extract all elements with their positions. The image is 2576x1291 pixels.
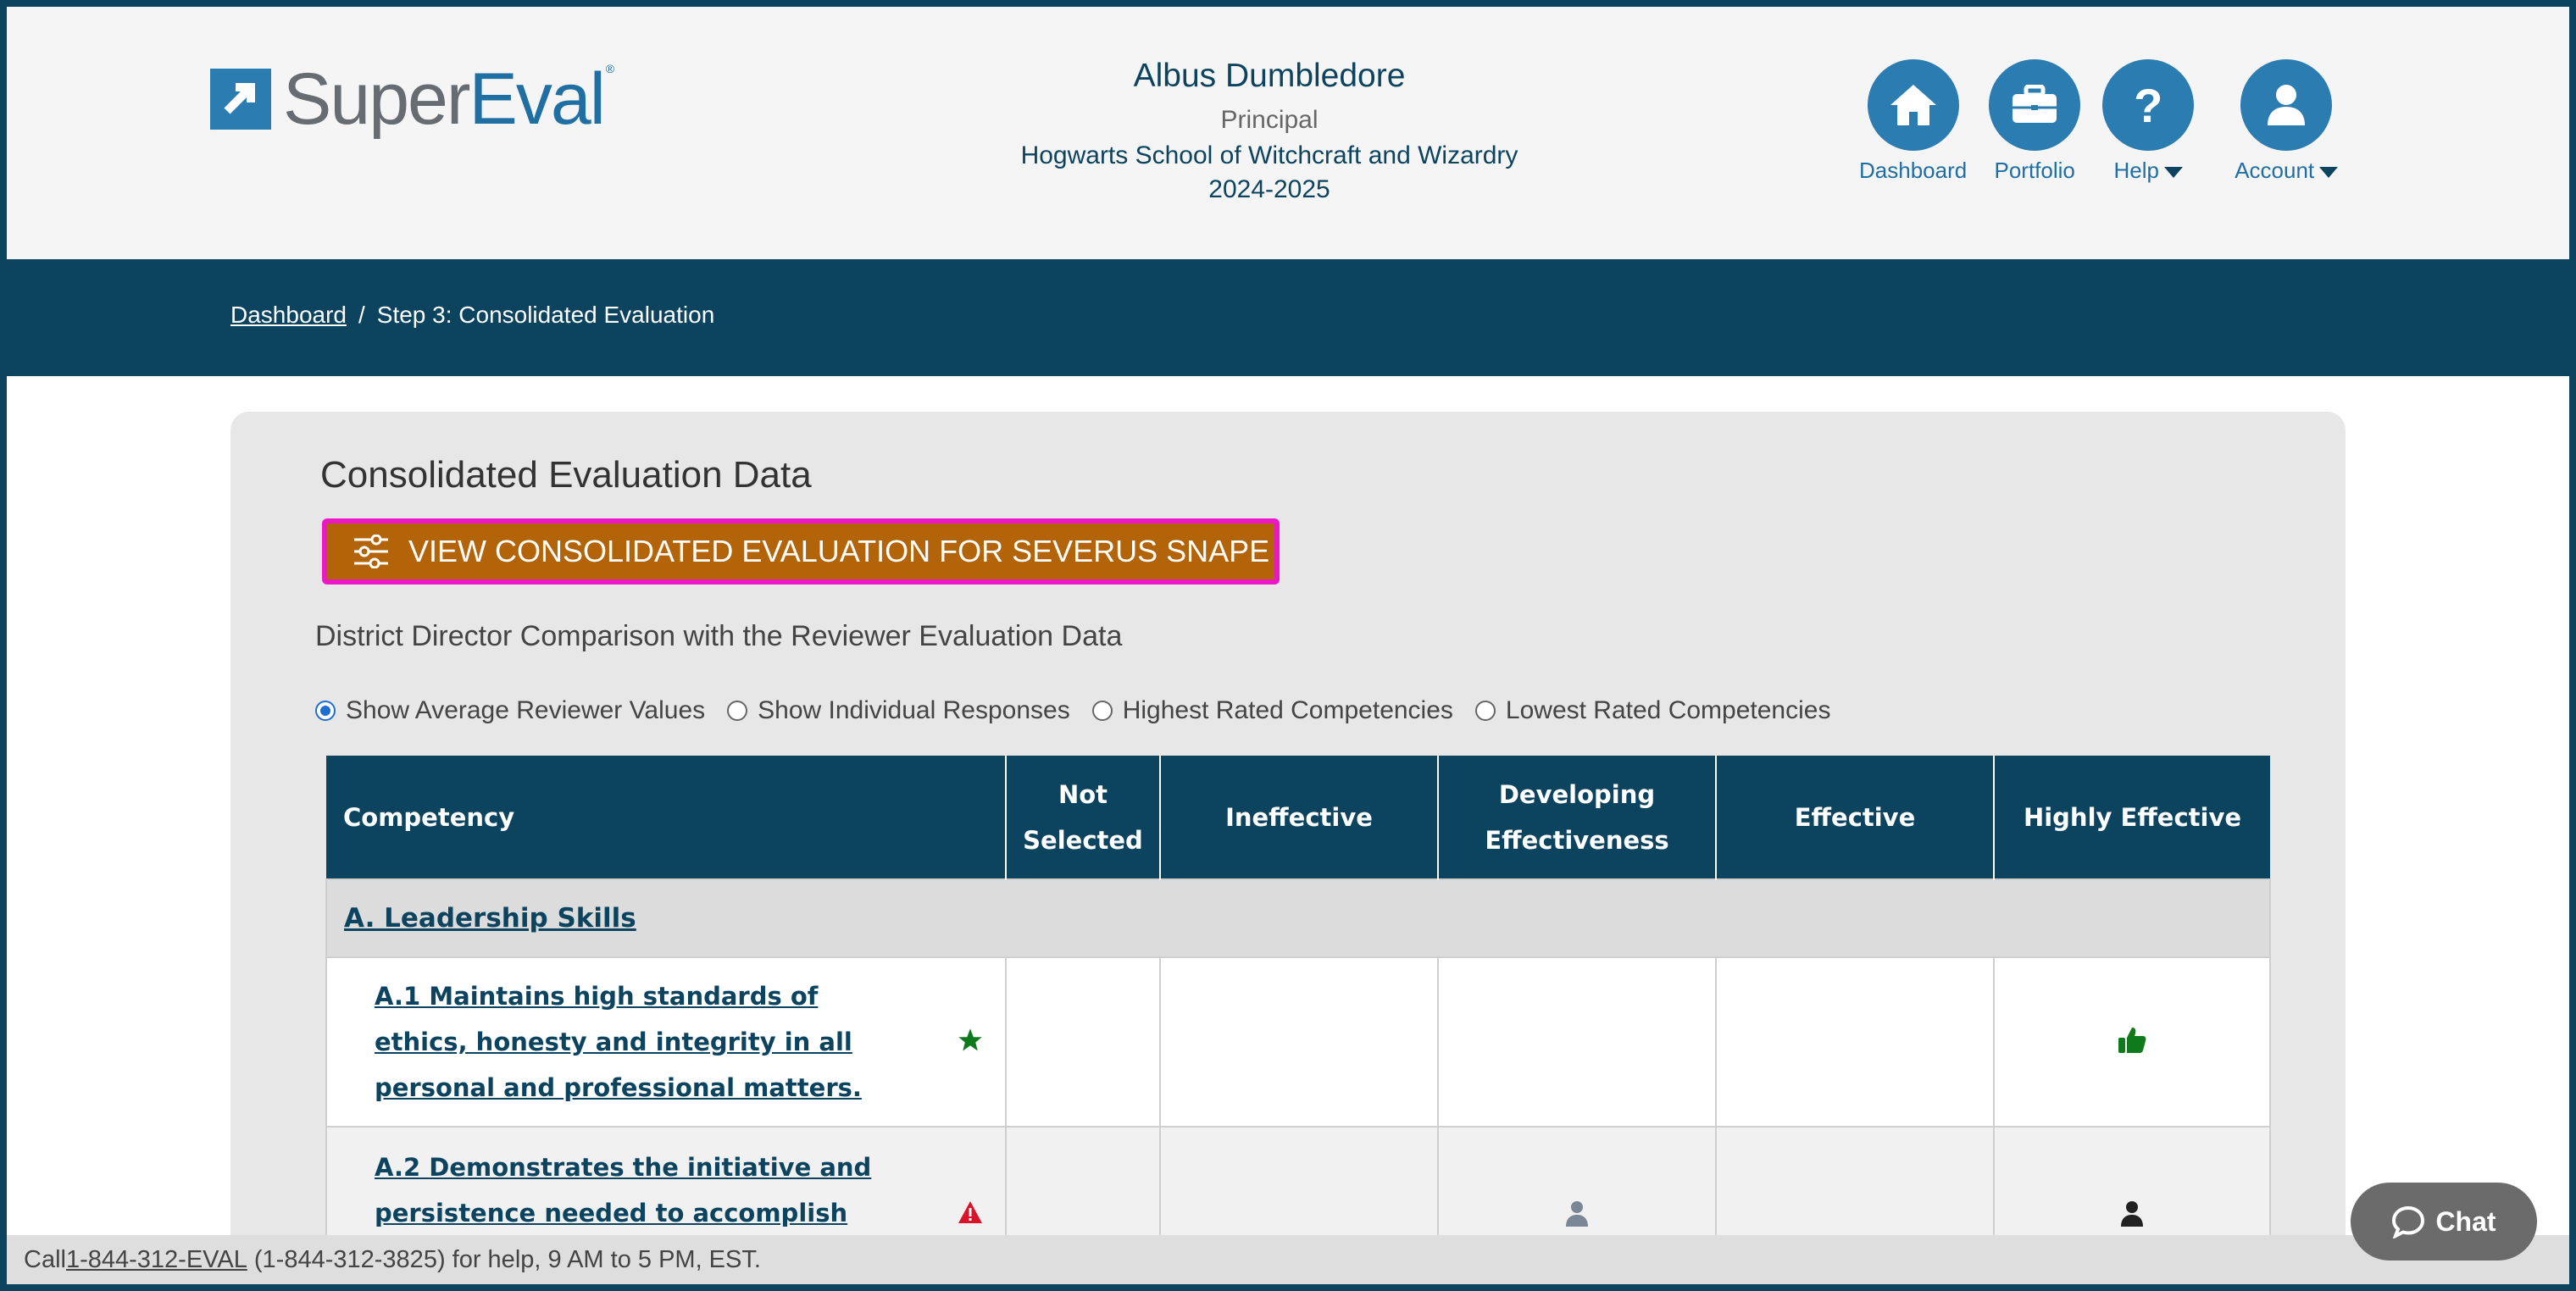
logo-mark-icon	[210, 69, 271, 130]
user-icon	[2240, 59, 2333, 151]
person-icon	[2121, 1201, 2143, 1227]
view-filter-radios: Show Average Reviewer Values Show Indivi…	[315, 696, 1852, 725]
nav-help-label: Help	[2113, 158, 2183, 184]
radio-highest-rated[interactable]: Highest Rated Competencies	[1091, 696, 1453, 725]
warning-icon	[958, 1200, 983, 1227]
footer-suffix: (1-844-312-3825) for help, 9 AM to 5 PM,…	[247, 1245, 761, 1273]
radio-unchecked-icon	[727, 701, 748, 721]
cell-developing	[1437, 956, 1717, 1128]
top-nav: Dashboard Portfolio ? Help Account	[1859, 59, 2360, 184]
thumbs-up-icon	[2118, 1028, 2146, 1053]
cell-not-selected	[1005, 956, 1161, 1128]
competency-cell: A.1 Maintains high standards of ethics, …	[325, 956, 1007, 1128]
chat-label: Chat	[2435, 1205, 2496, 1237]
radio-show-individual[interactable]: Show Individual Responses	[727, 696, 1070, 725]
user-year: 2024-2025	[1208, 175, 1330, 203]
logo-eval: Eval	[469, 58, 606, 140]
nav-account[interactable]: Account	[2235, 59, 2339, 184]
logo-text: SuperEval ®	[283, 62, 614, 136]
breadcrumb-dashboard-link[interactable]: Dashboard	[230, 302, 347, 329]
section-row: A. Leadership Skills	[325, 878, 2271, 958]
user-name: Albus Dumbledore	[1133, 58, 1406, 94]
person-icon	[1566, 1201, 1588, 1227]
app-frame: SuperEval ® Albus Dumbledore Principal Ho…	[7, 7, 2569, 1284]
header-not-selected: Not Selected	[1006, 756, 1161, 879]
user-role: Principal	[1220, 106, 1319, 134]
radio-checked-icon	[315, 701, 336, 721]
view-button-label: VIEW CONSOLIDATED EVALUATION FOR SEVERUS…	[408, 534, 1270, 568]
chat-button[interactable]: Chat	[2351, 1183, 2537, 1261]
question-icon: ?	[2102, 59, 2195, 151]
radio-unchecked-icon	[1091, 701, 1113, 721]
logo-reg: ®	[605, 62, 614, 75]
breadcrumb: Dashboard / Step 3: Consolidated Evaluat…	[230, 302, 714, 329]
nav-account-label: Account	[2235, 158, 2339, 184]
logo-super: Super	[283, 58, 470, 140]
header-text: Effectiveness	[1485, 825, 1669, 855]
competency-link-a1[interactable]: A.1 Maintains high standards of ethics, …	[375, 973, 917, 1111]
nav-help-text: Help	[2113, 158, 2159, 183]
table-header-row: Competency Not Selected Ineffective Devel…	[326, 756, 2270, 879]
radio-label: Lowest Rated Competencies	[1505, 696, 1831, 724]
competency-table: Competency Not Selected Ineffective Devel…	[325, 756, 2271, 1284]
site-header: SuperEval ® Albus Dumbledore Principal Ho…	[7, 7, 2569, 259]
nav-portfolio-label: Portfolio	[1994, 158, 2075, 183]
header-text: Not	[1058, 779, 1108, 809]
user-school: Hogwarts School of Witchcraft and Wizard…	[1020, 141, 1518, 169]
section-link-leadership[interactable]: A. Leadership Skills	[344, 903, 636, 934]
header-text: Selected	[1023, 825, 1143, 855]
header-ineffective: Ineffective	[1160, 756, 1439, 879]
radio-lowest-rated[interactable]: Lowest Rated Competencies	[1474, 696, 1831, 725]
radio-label: Highest Rated Competencies	[1122, 696, 1453, 724]
nav-dashboard-label: Dashboard	[1859, 158, 1968, 183]
cell-highly-effective	[1993, 956, 2271, 1128]
chat-bubble-icon	[2392, 1205, 2425, 1238]
help-footer: Call 1-844-312-EVAL (1-844-312-3825) for…	[7, 1235, 2569, 1284]
star-icon	[958, 1028, 983, 1056]
radio-label: Show Average Reviewer Values	[346, 696, 706, 724]
breadcrumb-separator: /	[358, 302, 365, 328]
caret-down-icon	[2319, 166, 2339, 178]
consolidated-card: Consolidated Evaluation Data VIEW CONSOL…	[230, 412, 2346, 1284]
cell-ineffective	[1159, 956, 1439, 1128]
section-cell: A. Leadership Skills	[325, 878, 2271, 958]
radio-unchecked-icon	[1474, 701, 1496, 721]
header-highly-effective: Highly Effective	[1994, 756, 2270, 879]
caret-down-icon	[2163, 166, 2183, 178]
nav-account-text: Account	[2235, 158, 2315, 183]
nav-dashboard[interactable]: Dashboard	[1859, 59, 1967, 184]
header-competency: Competency	[326, 756, 1007, 879]
user-info: Albus Dumbledore Principal Hogwarts Scho…	[1007, 51, 1532, 207]
competency-table-wrap: Competency Not Selected Ineffective Devel…	[325, 756, 2271, 1284]
header-effective: Effective	[1716, 756, 1995, 879]
comparison-subtitle: District Director Comparison with the Re…	[315, 620, 1123, 652]
table-row: A.1 Maintains high standards of ethics, …	[325, 956, 2271, 1128]
radio-label: Show Individual Responses	[758, 696, 1070, 724]
briefcase-icon	[1989, 59, 2081, 151]
view-consolidated-evaluation-button[interactable]: VIEW CONSOLIDATED EVALUATION FOR SEVERUS…	[322, 518, 1280, 585]
breadcrumb-current: Step 3: Consolidated Evaluation	[376, 302, 715, 328]
footer-prefix: Call	[24, 1245, 66, 1273]
footer-phone-link[interactable]: 1-844-312-EVAL	[66, 1246, 247, 1274]
header-developing: Developing Effectiveness	[1438, 756, 1717, 879]
cell-effective	[1715, 956, 1995, 1128]
superval-logo[interactable]: SuperEval ®	[210, 62, 614, 136]
card-title: Consolidated Evaluation Data	[320, 454, 812, 496]
nav-portfolio[interactable]: Portfolio	[1989, 59, 2081, 184]
radio-show-average[interactable]: Show Average Reviewer Values	[315, 696, 705, 725]
sliders-icon	[354, 535, 388, 568]
breadcrumb-bar: Dashboard / Step 3: Consolidated Evaluat…	[7, 259, 2569, 376]
nav-help[interactable]: ? Help	[2102, 59, 2195, 184]
header-text: Developing	[1498, 779, 1656, 809]
home-icon	[1867, 59, 1959, 151]
